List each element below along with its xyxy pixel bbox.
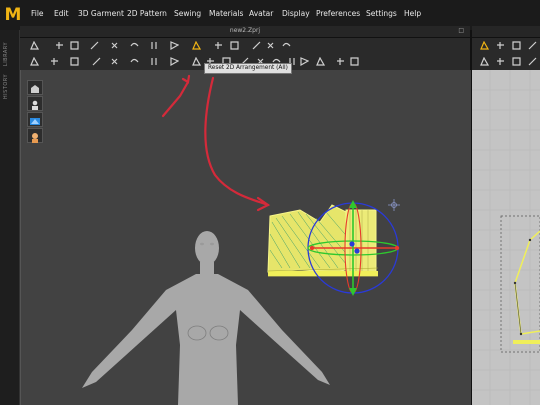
move-cursor-icon [388, 199, 400, 211]
pattern-grid [472, 70, 540, 405]
transform-gizmo[interactable] [307, 200, 400, 296]
pattern-piece-strip[interactable] [513, 340, 540, 344]
scene-overlay [82, 70, 540, 405]
annotation-arrows [161, 74, 271, 212]
tooltip: Reset 2D Arrangement (All) [204, 63, 292, 74]
pattern-piece-outline[interactable] [514, 230, 540, 335]
